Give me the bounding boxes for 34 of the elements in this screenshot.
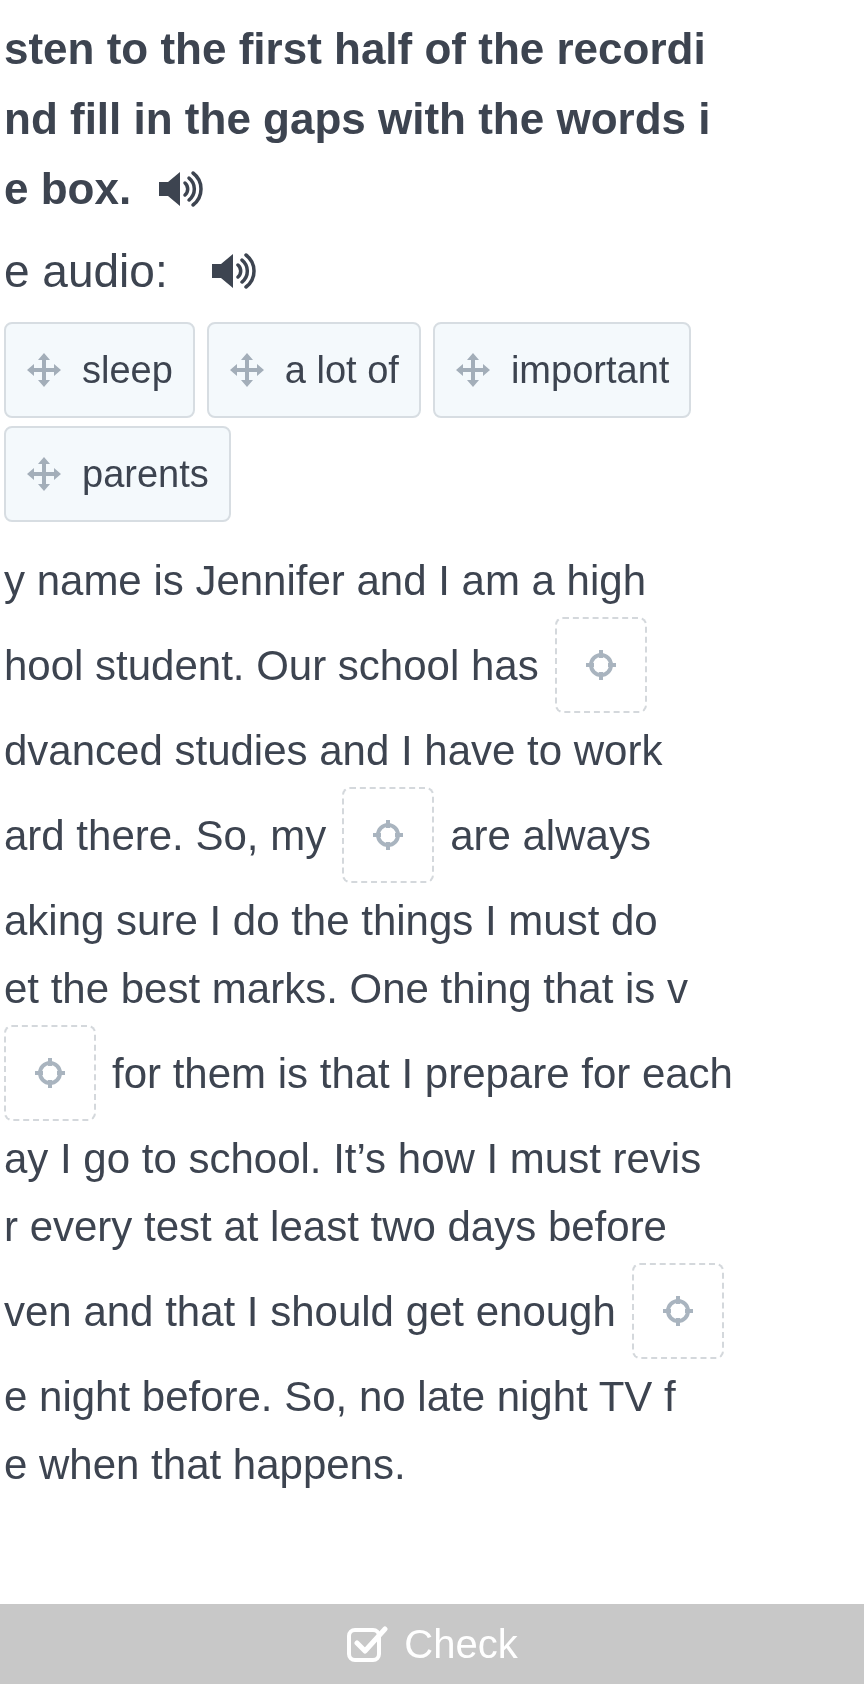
crosshair-icon (660, 1294, 695, 1328)
drop-zone[interactable] (554, 617, 647, 713)
passage-text: y name is Jennifer and I am a high (4, 555, 647, 606)
instruction-text: e box. (4, 163, 132, 215)
word-chip[interactable]: a lot of (206, 322, 421, 418)
passage-text: are always (450, 810, 651, 861)
instruction-text: nd fill in the gaps with the words i (4, 93, 711, 145)
move-icon (228, 352, 265, 388)
passage-text: ay I go to school. It’s how I must revis (4, 1133, 702, 1184)
crosshair-icon (583, 648, 618, 682)
move-icon (26, 456, 62, 492)
move-icon (26, 352, 62, 388)
passage-text: r every test at least two days before (4, 1201, 667, 1252)
word-chip[interactable]: important (432, 322, 692, 418)
passage-text: ard there. So, my (4, 810, 327, 861)
crosshair-icon (33, 1056, 67, 1090)
passage-text: aking sure I do the things I must do (4, 895, 658, 946)
passage-text: e night before. So, no late night TV f (4, 1371, 676, 1422)
drop-zone[interactable] (4, 1025, 96, 1121)
checkbox-icon (346, 1623, 389, 1665)
word-chip[interactable]: sleep (4, 322, 195, 418)
passage-text: et the best marks. One thing that is v (4, 963, 688, 1014)
instruction-text: sten to the first half of the recordi (4, 23, 706, 75)
audio-label: e audio: (4, 243, 168, 299)
word-chip[interactable]: parents (4, 426, 231, 522)
crosshair-icon (371, 818, 406, 852)
drop-zone[interactable] (342, 787, 435, 883)
passage-text: ven and that I should get enough (4, 1286, 616, 1337)
passage-text: dvanced studies and I have to work (4, 725, 663, 776)
move-icon (454, 352, 491, 388)
drop-zone[interactable] (631, 1263, 724, 1359)
passage-text: hool student. Our school has (4, 640, 539, 691)
passage-text: e when that happens. (4, 1439, 406, 1490)
passage-text: for them is that I prepare for each (112, 1048, 733, 1099)
